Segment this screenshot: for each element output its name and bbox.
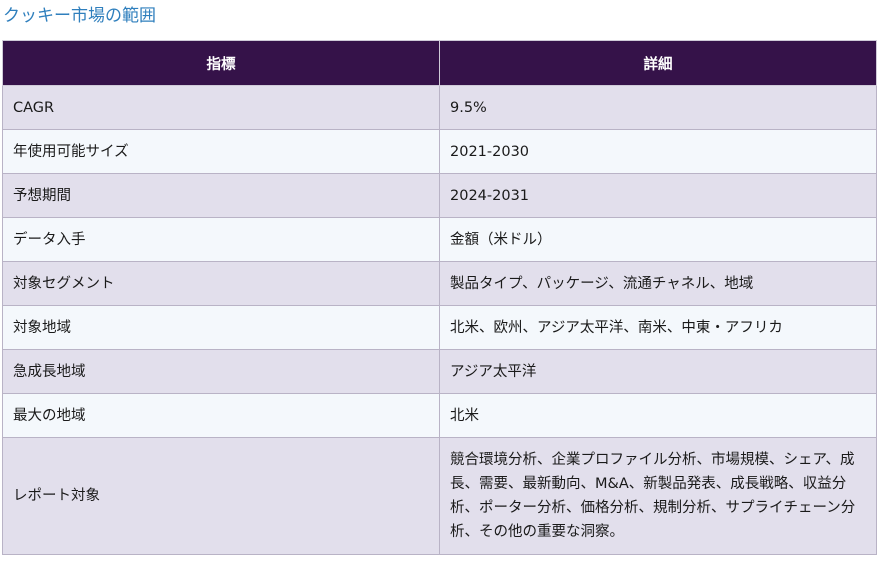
metric-cell: 対象セグメント (2, 261, 440, 306)
table-row: 予想期間 2024-2031 (2, 173, 877, 218)
detail-cell: 2021-2030 (439, 129, 877, 174)
header-detail: 詳細 (439, 40, 877, 86)
table-row: CAGR 9.5% (2, 85, 877, 130)
detail-cell: 9.5% (439, 85, 877, 130)
table-row: 急成長地域 アジア太平洋 (2, 349, 877, 394)
detail-cell: 製品タイプ、パッケージ、流通チャネル、地域 (439, 261, 877, 306)
detail-cell: 競合環境分析、企業プロファイル分析、市場規模、シェア、成長、需要、最新動向、M&… (439, 437, 877, 555)
table-row: レポート対象 競合環境分析、企業プロファイル分析、市場規模、シェア、成長、需要、… (2, 437, 877, 555)
metric-cell: 最大の地域 (2, 393, 440, 438)
metric-cell: レポート対象 (2, 437, 440, 555)
metric-cell: CAGR (2, 85, 440, 130)
table-row: 対象セグメント 製品タイプ、パッケージ、流通チャネル、地域 (2, 261, 877, 306)
table-header-row: 指標 詳細 (2, 40, 877, 86)
metric-cell: 急成長地域 (2, 349, 440, 394)
table-row: 対象地域 北米、欧州、アジア太平洋、南米、中東・アフリカ (2, 305, 877, 350)
header-metric: 指標 (2, 40, 440, 86)
detail-cell: 北米 (439, 393, 877, 438)
metric-cell: データ入手 (2, 217, 440, 262)
table-row: 最大の地域 北米 (2, 393, 877, 438)
table-row: 年使用可能サイズ 2021-2030 (2, 129, 877, 174)
detail-cell: アジア太平洋 (439, 349, 877, 394)
metric-cell: 年使用可能サイズ (2, 129, 440, 174)
page-title: クッキー市場の範囲 (3, 6, 156, 26)
detail-cell: 2024-2031 (439, 173, 877, 218)
market-scope-table: 指標 詳細 CAGR 9.5% 年使用可能サイズ 2021-2030 予想期間 … (2, 40, 877, 555)
table-row: データ入手 金額（米ドル） (2, 217, 877, 262)
detail-cell: 北米、欧州、アジア太平洋、南米、中東・アフリカ (439, 305, 877, 350)
metric-cell: 予想期間 (2, 173, 440, 218)
metric-cell: 対象地域 (2, 305, 440, 350)
detail-cell: 金額（米ドル） (439, 217, 877, 262)
